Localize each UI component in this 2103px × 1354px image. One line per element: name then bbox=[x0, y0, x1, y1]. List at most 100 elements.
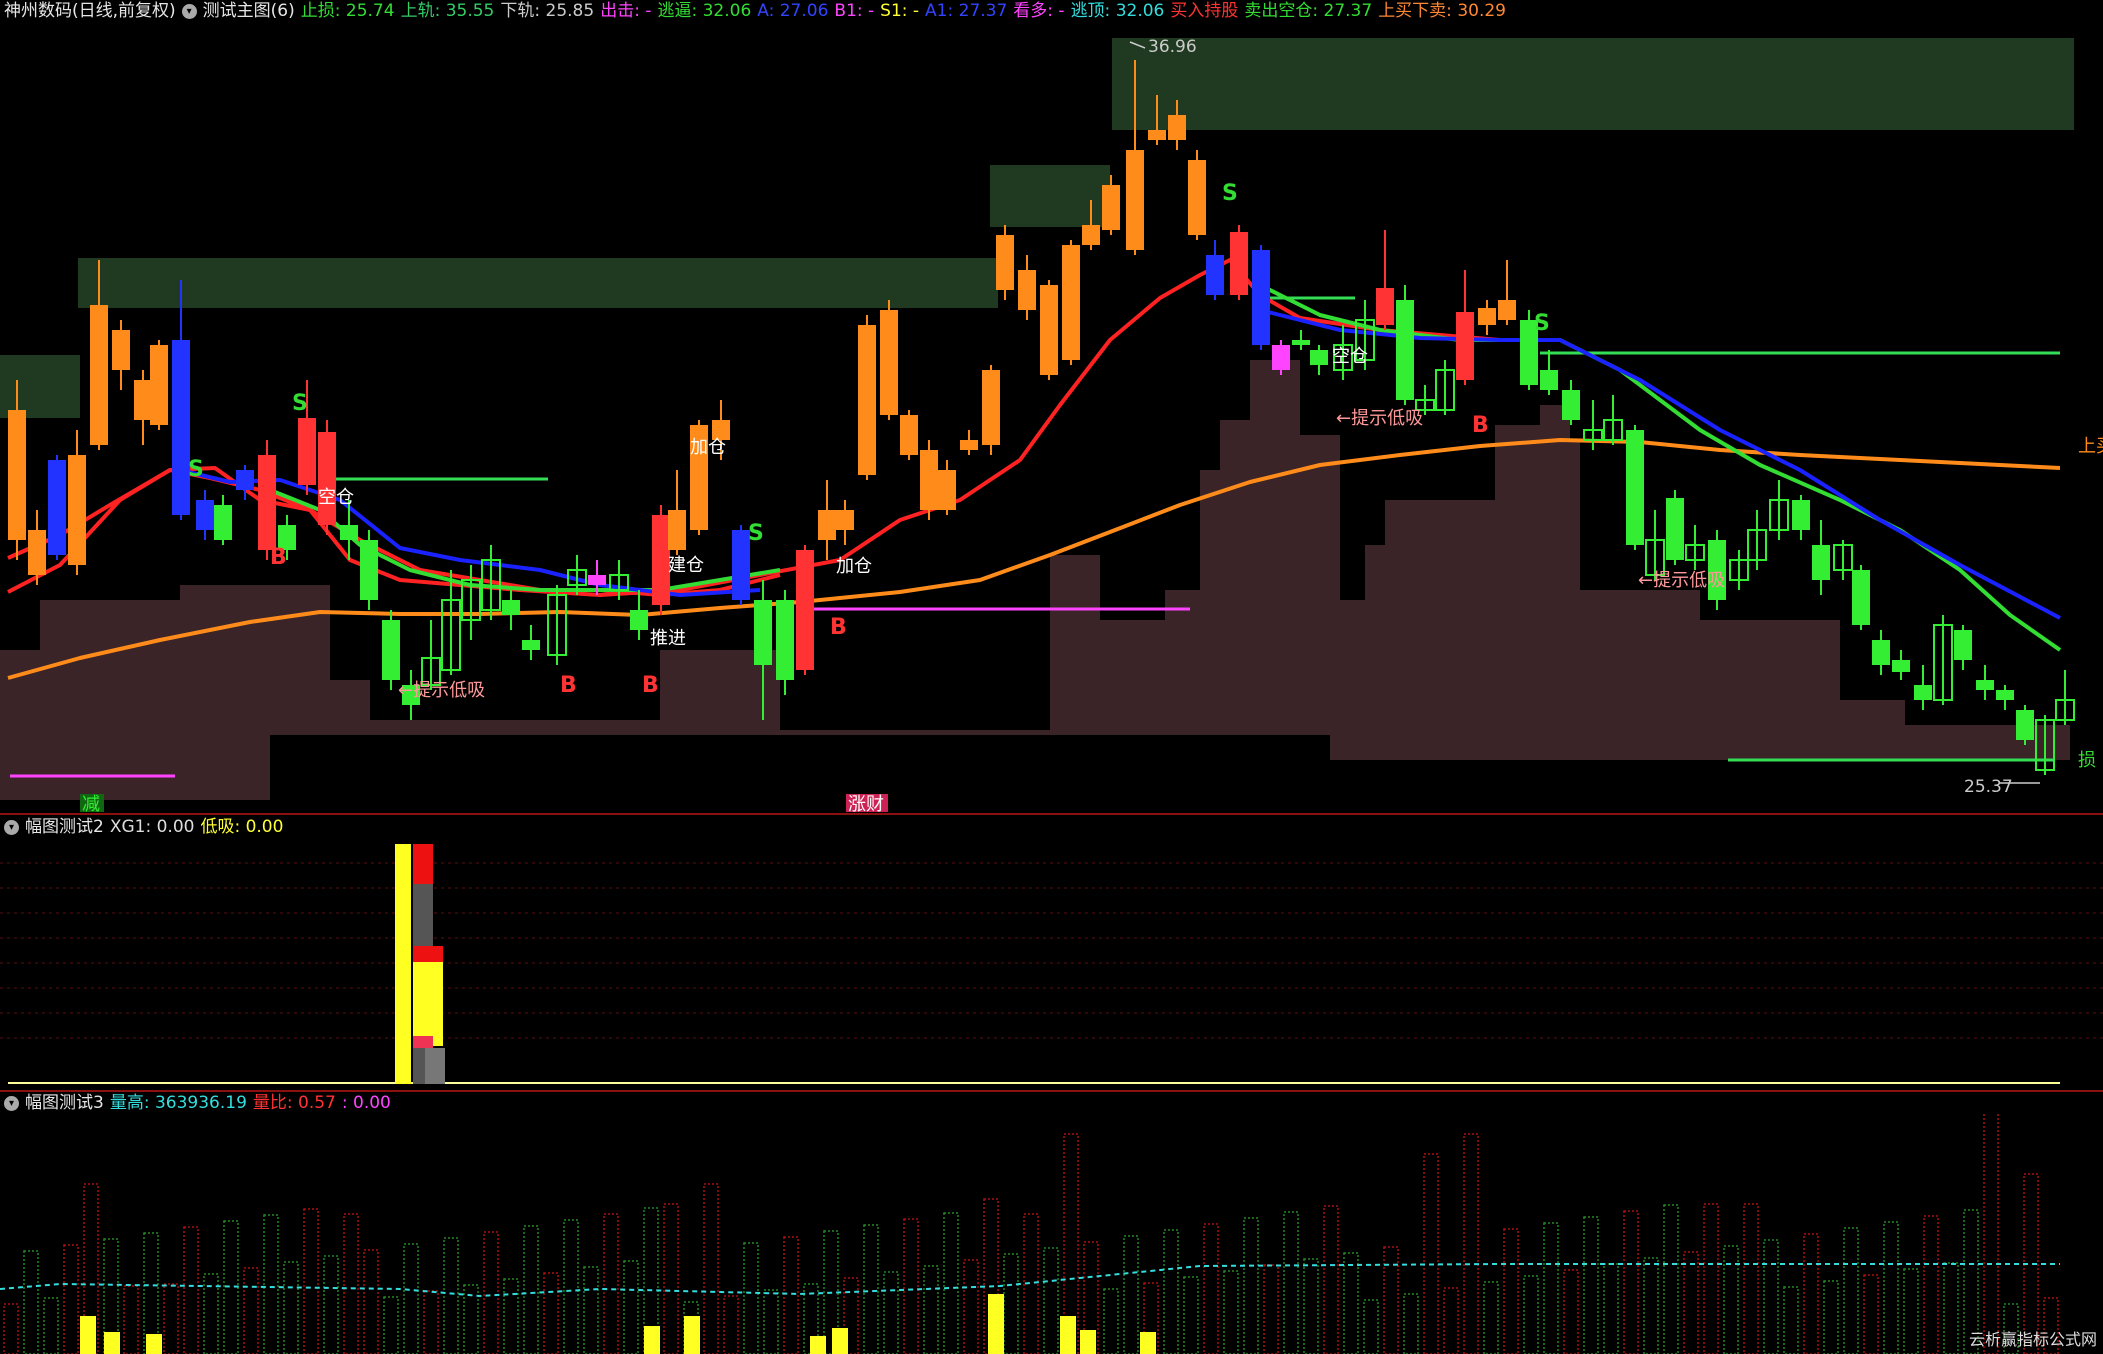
volume-bar bbox=[1383, 1246, 1399, 1354]
candle-body bbox=[1206, 255, 1224, 295]
volume-bar bbox=[443, 1237, 459, 1354]
candle-body bbox=[90, 305, 108, 445]
indicator-value: 低吸: 0.00 bbox=[200, 817, 284, 837]
candle-body bbox=[1292, 340, 1310, 345]
volume-bar bbox=[1763, 1239, 1779, 1354]
volume-bar bbox=[1003, 1253, 1019, 1354]
volume-bar bbox=[383, 1296, 399, 1354]
volume-bar bbox=[1703, 1203, 1719, 1354]
volume-bar bbox=[3, 1303, 19, 1354]
volume-bar bbox=[243, 1267, 259, 1354]
volume-highlight-bar bbox=[1060, 1316, 1076, 1354]
volume-bar bbox=[1883, 1221, 1899, 1354]
candle-body bbox=[1040, 285, 1058, 375]
annotation-jian: 减 bbox=[82, 794, 100, 812]
volume-bar bbox=[1863, 1274, 1879, 1354]
volume-bar bbox=[883, 1271, 899, 1354]
candle-body bbox=[858, 325, 876, 475]
volume-bar bbox=[543, 1272, 559, 1354]
volume-bar bbox=[1543, 1222, 1559, 1354]
volume-bar bbox=[1743, 1203, 1759, 1354]
volume-bar bbox=[1323, 1205, 1339, 1354]
volume-bar bbox=[1843, 1227, 1859, 1354]
candle-body bbox=[1310, 350, 1328, 365]
volume-bar bbox=[563, 1219, 579, 1354]
candle-body bbox=[522, 640, 540, 650]
candle-body bbox=[1976, 680, 1994, 690]
volume-bar bbox=[343, 1213, 359, 1354]
volume-bar bbox=[1583, 1216, 1599, 1354]
volume-bar bbox=[163, 1283, 179, 1354]
resistance-zone bbox=[0, 355, 80, 418]
volume-bar bbox=[1783, 1286, 1799, 1354]
volume-bar bbox=[1363, 1299, 1379, 1354]
volume-bar bbox=[943, 1212, 959, 1354]
candle-body bbox=[360, 540, 378, 600]
candle-body bbox=[1082, 225, 1100, 245]
chart-signal-label: 加仓 bbox=[690, 437, 726, 458]
resistance-zone bbox=[78, 258, 998, 308]
candle-body bbox=[818, 510, 836, 540]
candle-body bbox=[1954, 630, 1972, 660]
chart-signal-label: S bbox=[188, 457, 204, 482]
volume-bar bbox=[1643, 1257, 1659, 1354]
candle-body bbox=[982, 370, 1000, 445]
volume-bar bbox=[1923, 1215, 1939, 1354]
volume-highlight-bar bbox=[988, 1294, 1004, 1354]
chevron-down-icon[interactable]: ▾ bbox=[4, 819, 19, 835]
annotation-right_edge: 上买 bbox=[2078, 436, 2103, 457]
volume-bar bbox=[1203, 1223, 1219, 1354]
indicator-value: 买入持股 bbox=[1170, 1, 1239, 21]
stock-symbol[interactable]: 神州数码(日线,前复权) bbox=[4, 0, 176, 22]
candle-body bbox=[1540, 370, 1558, 390]
panel2-title[interactable]: 幅图测试2 bbox=[25, 816, 104, 838]
candle-body bbox=[1892, 660, 1910, 672]
volume-bar bbox=[363, 1249, 379, 1354]
panel2-values: XG1: 0.00 低吸: 0.00 bbox=[110, 816, 290, 838]
volume-bar bbox=[783, 1236, 799, 1354]
volume-bar bbox=[43, 1297, 59, 1354]
candle-body bbox=[880, 310, 898, 415]
chart-signal-label: 推进 bbox=[650, 628, 686, 649]
indicator-value: 上轨: 35.55 bbox=[400, 1, 495, 21]
volume-bar bbox=[1803, 1233, 1819, 1354]
volume-bar bbox=[1243, 1217, 1259, 1354]
support-zone bbox=[1050, 360, 1340, 730]
volume-bar bbox=[1823, 1280, 1839, 1354]
volume-highlight-bar bbox=[832, 1328, 848, 1354]
volume-bar bbox=[283, 1261, 299, 1354]
panel2-chart[interactable] bbox=[0, 838, 2103, 1088]
candle-body bbox=[796, 550, 814, 670]
volume-chart[interactable] bbox=[0, 1114, 2103, 1354]
candlestick-chart[interactable]: 空仓加仓建仓推进加仓空仓←提示低吸←提示低吸←提示低吸SSSSSBB BBB36.… bbox=[0, 22, 2103, 812]
candle-body bbox=[1396, 300, 1414, 400]
chart-signal-label: S bbox=[1534, 311, 1550, 336]
chevron-down-icon[interactable]: ▾ bbox=[4, 1095, 19, 1111]
candle-body bbox=[630, 610, 648, 630]
chart-signal-label: 空仓 bbox=[318, 487, 354, 508]
indicator-name[interactable]: 测试主图(6) bbox=[203, 0, 295, 22]
candle-body bbox=[996, 235, 1014, 290]
chevron-down-icon[interactable]: ▾ bbox=[181, 3, 197, 19]
volume-bar bbox=[23, 1250, 39, 1354]
candle-body bbox=[1562, 390, 1580, 420]
volume-bar bbox=[1223, 1270, 1239, 1354]
candle-body bbox=[1626, 430, 1644, 545]
volume-bar bbox=[183, 1226, 199, 1354]
volume-bar bbox=[603, 1213, 619, 1354]
chart-signal-label: B bbox=[1472, 413, 1489, 438]
panel3-title[interactable]: 幅图测试3 bbox=[25, 1092, 104, 1114]
candle-body bbox=[68, 455, 86, 565]
candle-body bbox=[1272, 345, 1290, 370]
candle-body bbox=[1792, 500, 1810, 530]
indicator-value: 上买下卖: 30.29 bbox=[1378, 1, 1506, 21]
candle-body bbox=[134, 380, 152, 420]
chart-signal-label: ←提示低吸 bbox=[398, 680, 485, 701]
chart-signal-label: B bbox=[830, 615, 847, 640]
candle-body bbox=[1872, 640, 1890, 665]
candle-body bbox=[1168, 115, 1186, 140]
candle-body bbox=[172, 340, 190, 515]
chart-signal-label: 空仓 bbox=[1332, 346, 1368, 367]
chart-signal-label: 建仓 bbox=[668, 555, 704, 576]
candle-body bbox=[1498, 300, 1516, 320]
